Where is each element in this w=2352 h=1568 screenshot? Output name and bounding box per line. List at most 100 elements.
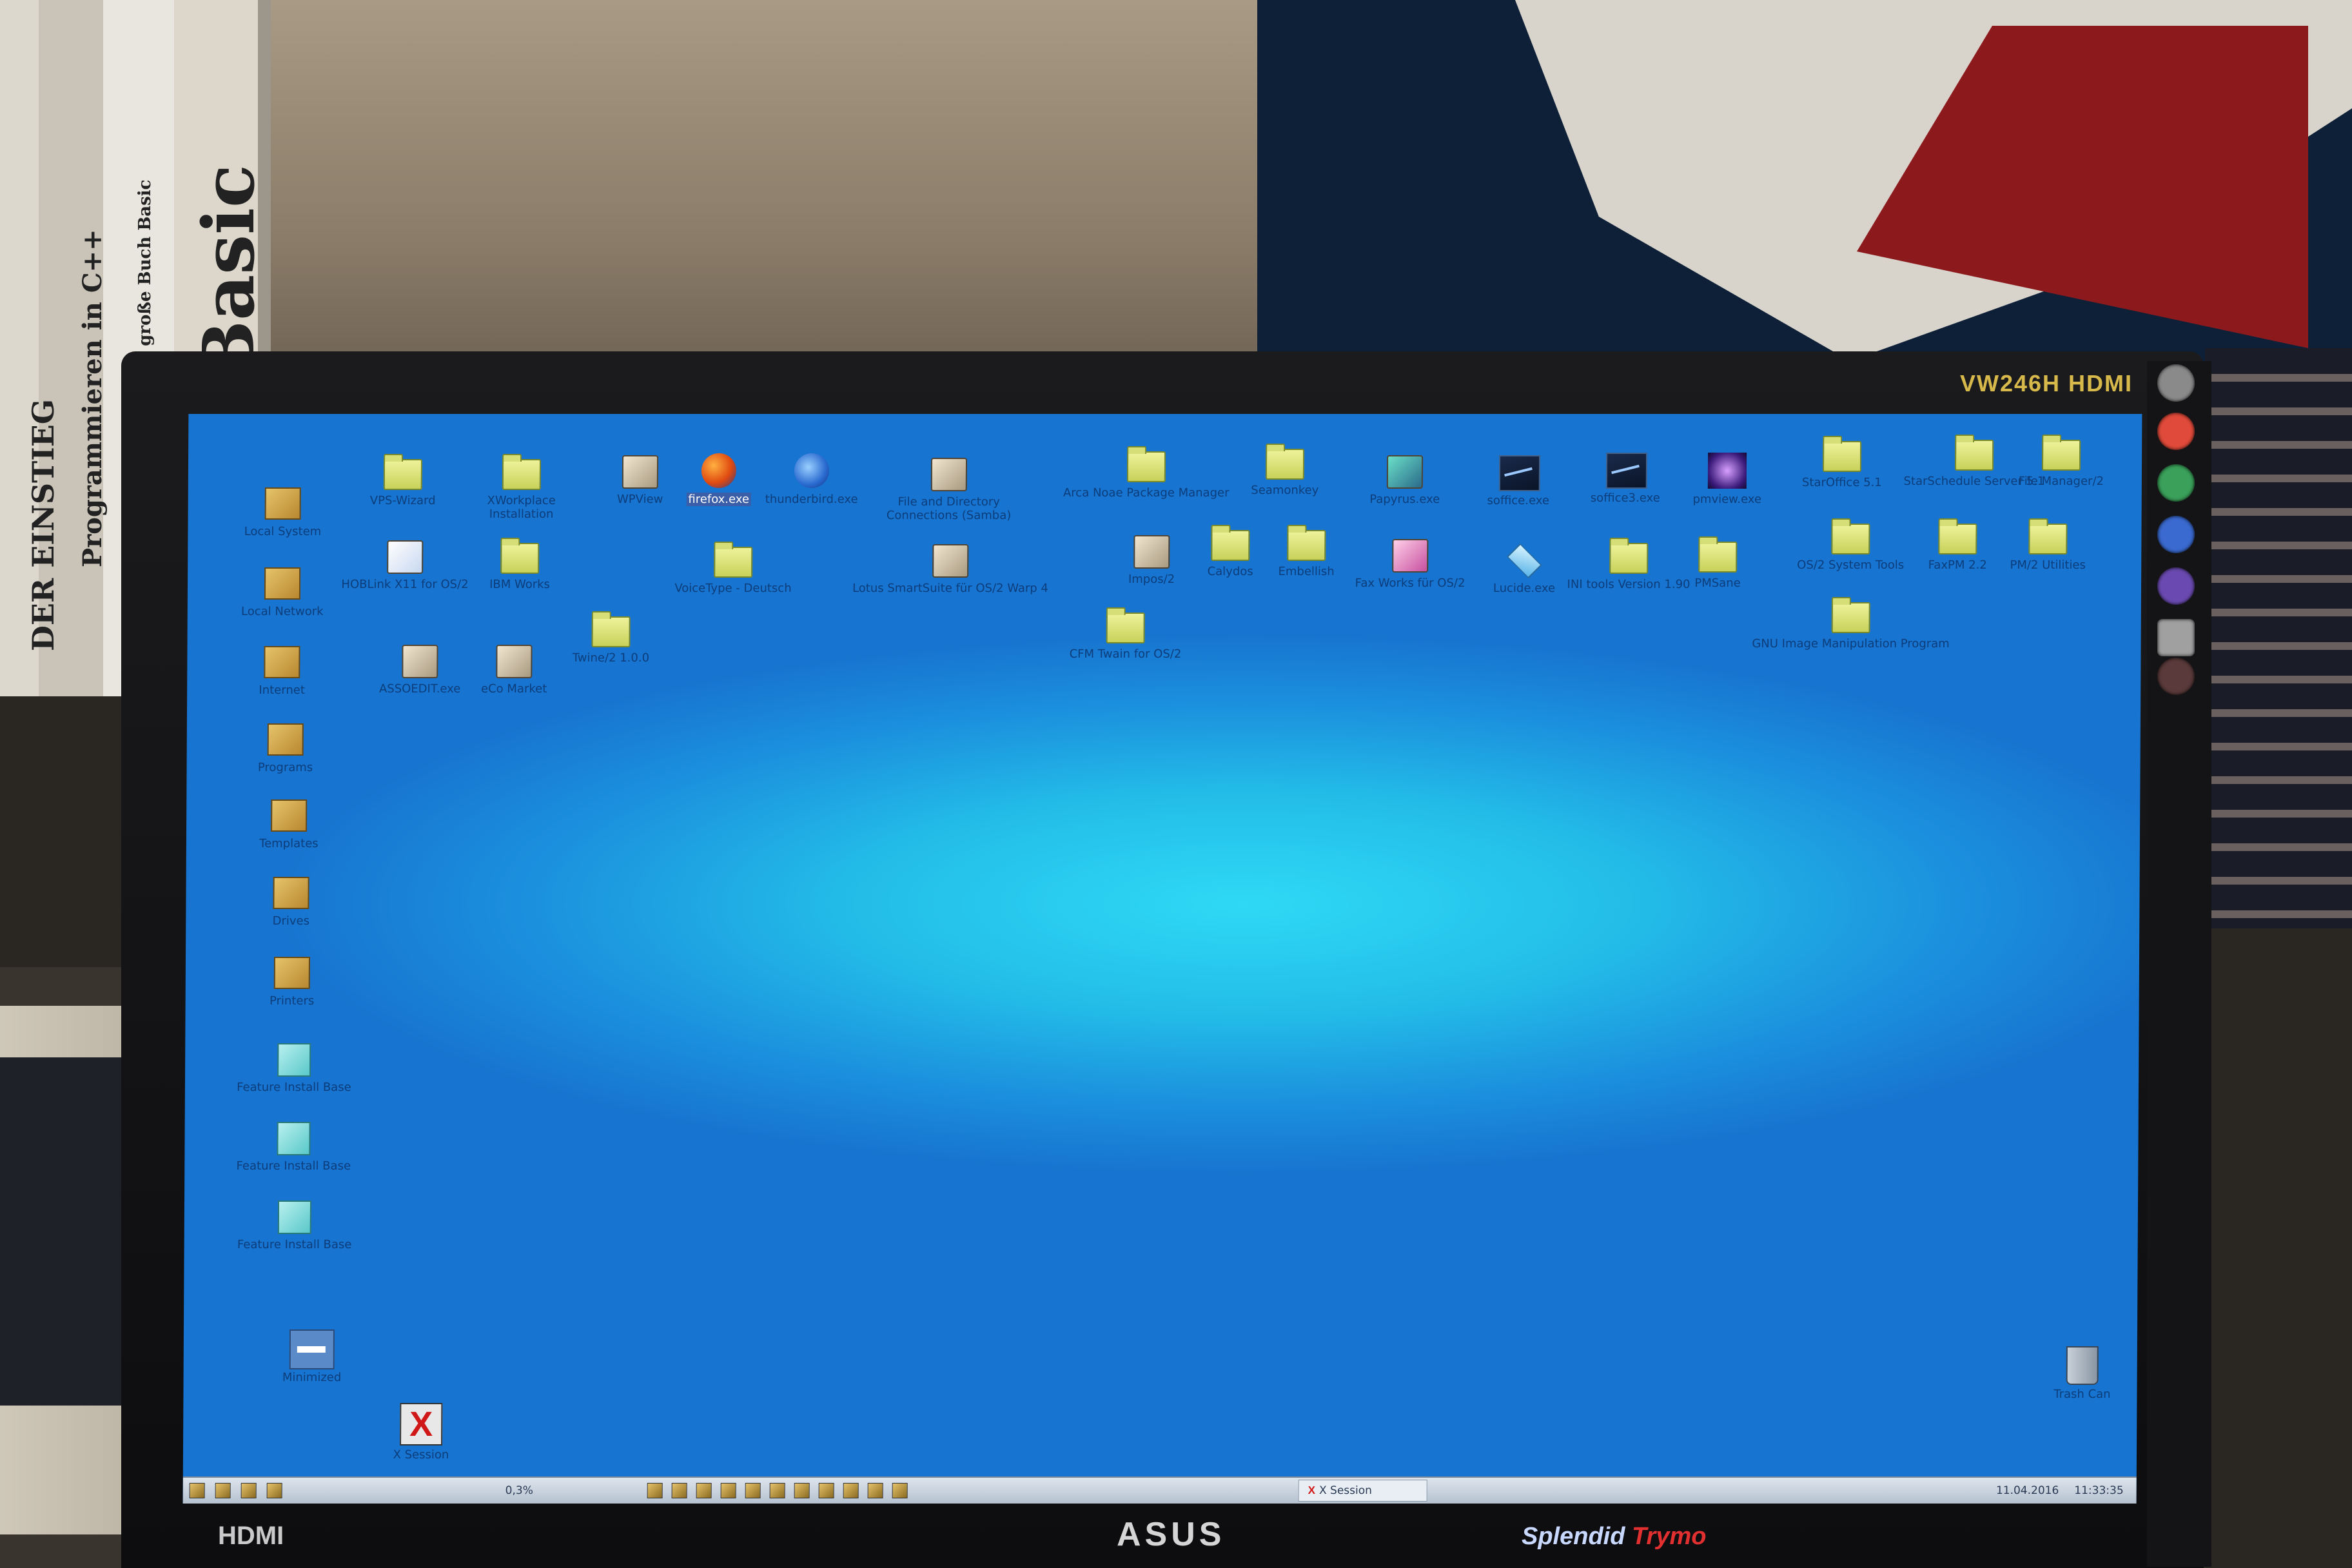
splendid-label: Splendid Trymo (1522, 1523, 1707, 1550)
desktop-icon-x-session[interactable]: X X Session (353, 1403, 489, 1462)
desktop-icon-lotus-smartsuite[interactable]: Lotus SmartSuite für OS/2 Warp 4 (844, 540, 1057, 595)
folder-icon (1126, 445, 1166, 484)
folder-icon (1698, 535, 1738, 574)
book-spine-2: Programmieren in C++ (77, 229, 108, 567)
folder-icon (2041, 433, 2081, 472)
launch-icon-11[interactable] (892, 1483, 908, 1498)
search-icon (240, 1483, 257, 1498)
monitor-button-7[interactable] (2157, 658, 2195, 695)
cube-icon (275, 1197, 314, 1235)
desktop-icon-local-network[interactable]: Local Network (215, 564, 350, 618)
folder-icon (1831, 517, 1870, 556)
launch-icon-8[interactable] (818, 1483, 834, 1498)
desktop-icon-pm2-utilities[interactable]: PM/2 Utilities (1980, 517, 2115, 572)
folder-icon (1287, 524, 1326, 562)
clock-date: 11.04.2016 (1995, 1484, 2059, 1497)
desktop-icon-feature-install-base-1[interactable]: Feature Install Base (226, 1039, 362, 1094)
monitor-brand-logo: ASUS (1117, 1516, 1226, 1553)
desktop-icon-arca-noae[interactable]: Arca Noae Package Manager (1050, 445, 1243, 500)
launch-icon-9[interactable] (843, 1483, 859, 1498)
bell-icon (215, 1483, 231, 1498)
quick-launch-bar (647, 1483, 912, 1498)
taskbar-task-x-session[interactable]: X X Session (1298, 1480, 1427, 1502)
folder-icon (383, 453, 423, 491)
desktop-icon-vps-wizard[interactable]: VPS-Wizard (335, 453, 471, 507)
programs-icon (266, 720, 305, 758)
launch-icon-4[interactable] (720, 1483, 736, 1498)
book-spine-1: DER EINSTIEG (26, 398, 61, 651)
desktop-icon-local-system[interactable]: Local System (215, 484, 350, 538)
folder-icon (2028, 517, 2068, 556)
launch-icon-3[interactable] (696, 1483, 712, 1498)
desktop-icon-internet[interactable]: Internet (214, 642, 349, 697)
taskbar-clock: 11.04.2016 11:33:35 (1996, 1484, 2124, 1497)
launch-icon-7[interactable] (794, 1483, 810, 1498)
desktop-icon-gimp[interactable]: GNU Image Manipulation Program (1741, 596, 1961, 651)
monitor-button-2[interactable] (2157, 413, 2195, 450)
assoedit-icon (400, 641, 439, 680)
side-device-screen (0, 1057, 122, 1406)
desktop-icon-seamonkey[interactable]: Seamonkey (1217, 442, 1353, 497)
desktop-icon-minimized[interactable]: Minimized (244, 1329, 380, 1384)
minimized-window-icon (289, 1329, 335, 1369)
desktop-icon-programs[interactable]: Programs (217, 720, 353, 774)
desktop-icon-templates[interactable]: Templates (221, 796, 357, 850)
lucide-icon (1505, 540, 1544, 579)
desktop-icon-voicetype[interactable]: VoiceType - Deutsch (649, 540, 817, 595)
folder-icon (1831, 596, 1870, 634)
hoblink-icon (386, 536, 424, 575)
monitor-button-4[interactable] (2157, 516, 2195, 553)
monitor-button-6[interactable] (2157, 619, 2195, 656)
taskbar: 0,3% X X Session 11.04.2016 11:33:35 (182, 1476, 2137, 1504)
taskbar-bell-button[interactable] (215, 1483, 235, 1498)
launch-icon-2[interactable] (671, 1483, 687, 1498)
desktop: Local System Local Network Internet Prog… (182, 414, 2142, 1504)
folder-icon (1954, 433, 1994, 472)
folder-icon (1609, 536, 1649, 575)
printers-icon (273, 953, 311, 992)
drives-icon (271, 873, 310, 912)
desktop-icon-twine[interactable]: Twine/2 1.0.0 (543, 610, 678, 665)
power-icon (266, 1483, 282, 1498)
desktop-icon-pmsane[interactable]: PMSane (1650, 535, 1785, 590)
desktop-icon-file-manager[interactable]: File Manager/2 (1994, 433, 2129, 488)
monitor-button-5[interactable] (2157, 567, 2195, 605)
local-system-icon (264, 484, 302, 522)
desktop-icon-feature-install-base-3[interactable]: Feature Install Base (227, 1197, 362, 1251)
taskbar-search-button[interactable] (240, 1483, 260, 1498)
monitor-button-1[interactable] (2157, 364, 2195, 402)
desktop-icon-feature-install-base-2[interactable]: Feature Install Base (226, 1118, 361, 1173)
monitor-button-3[interactable] (2157, 464, 2195, 502)
x-session-icon: X (1308, 1484, 1316, 1496)
desktop-icon-printers[interactable]: Printers (224, 953, 360, 1008)
papyrus-icon (1386, 451, 1424, 490)
lotus-icon (931, 540, 970, 579)
thunderbird-icon (792, 451, 831, 490)
trash-icon (2063, 1346, 2102, 1385)
desktop-icon-ibm-works[interactable]: IBM Works (452, 536, 587, 591)
desktop-icon-trash-can[interactable]: Trash Can (2014, 1346, 2142, 1401)
desktop-icon-thunderbird[interactable]: thunderbird.exe (744, 451, 879, 506)
clock-time: 11:33:35 (2074, 1484, 2124, 1497)
taskbar-power-button[interactable] (266, 1483, 286, 1498)
soffice-icon (1498, 453, 1541, 491)
launch-icon-6[interactable] (769, 1483, 785, 1498)
desktop-icon-xworkplace[interactable]: XWorkplace Installation (454, 453, 590, 521)
desktop-icon-cfm-twain[interactable]: CFM Twain for OS/2 (1044, 606, 1206, 661)
folder-icon (502, 453, 542, 491)
desktop-icon-samba[interactable]: File and Directory Connections (Samba) (865, 454, 1034, 522)
book-spine-4: Basic (187, 164, 270, 380)
folder-icon (1938, 517, 1977, 556)
folder-icon (1106, 606, 1145, 645)
launch-icon-1[interactable] (647, 1483, 663, 1498)
tools-icon (189, 1483, 205, 1498)
x-session-icon: X (400, 1403, 443, 1446)
launch-icon-10[interactable] (867, 1483, 883, 1498)
samba-icon (930, 454, 968, 493)
launch-icon-5[interactable] (745, 1483, 761, 1498)
desktop-icon-drives[interactable]: Drives (223, 873, 358, 928)
folder-icon (1265, 442, 1305, 481)
folder-icon (591, 610, 631, 649)
cpu-meter: 0,3% (505, 1484, 533, 1497)
taskbar-menu-button[interactable] (189, 1483, 209, 1498)
